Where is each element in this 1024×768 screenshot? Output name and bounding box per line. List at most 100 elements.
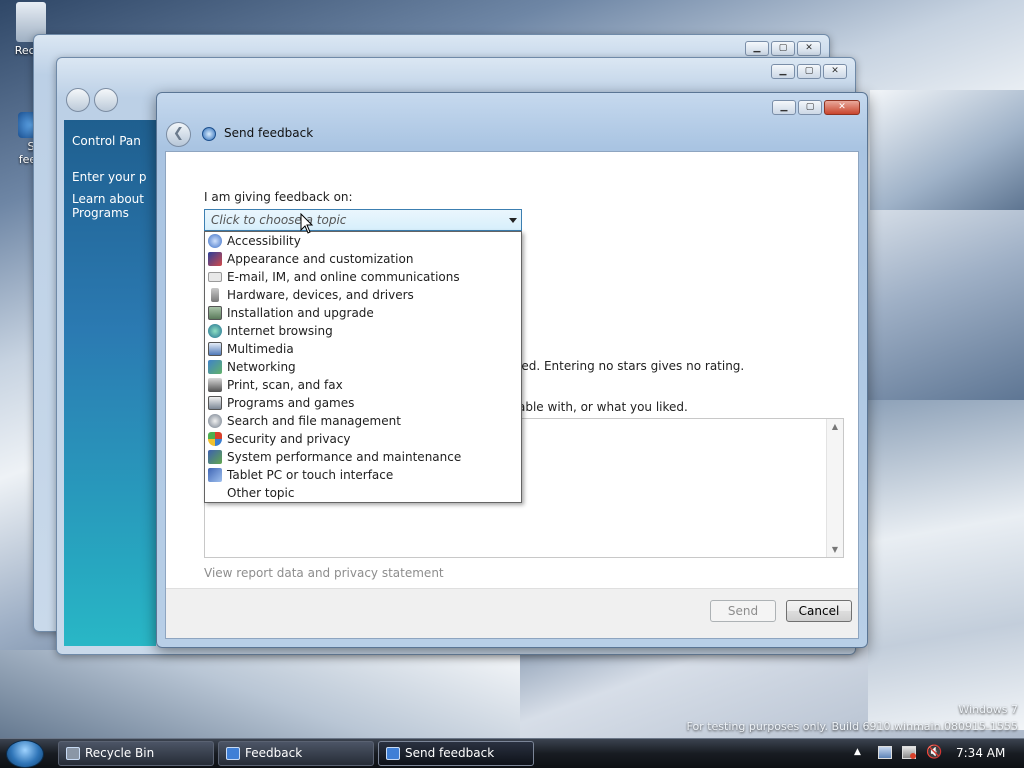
topic-label: Networking	[227, 360, 296, 374]
network-icon	[208, 360, 222, 374]
search-icon	[208, 414, 222, 428]
globe-icon	[208, 324, 222, 338]
feedback-icon	[202, 127, 216, 141]
show-hidden-icons-chevron-icon[interactable]: ▲	[854, 747, 861, 757]
close-button[interactable]: ✕	[797, 41, 821, 56]
sidebar-link[interactable]: Learn about	[72, 192, 156, 206]
send-feedback-window: ▁ ▢ ✕ ❮ Send feedback I am giving feedba…	[156, 92, 868, 648]
sidebar-link[interactable]: Enter your p	[72, 170, 156, 184]
watermark-build: For testing purposes only. Build 6910.wi…	[686, 720, 1018, 733]
topic-item-search[interactable]: Search and file management	[205, 412, 521, 430]
topic-item-installation[interactable]: Installation and upgrade	[205, 304, 521, 322]
programs-icon	[208, 396, 222, 410]
accessibility-icon	[208, 234, 222, 248]
topic-item-programs[interactable]: Programs and games	[205, 394, 521, 412]
installation-icon	[208, 306, 222, 320]
topic-label: System performance and maintenance	[227, 450, 462, 464]
watermark-title: Windows 7	[958, 703, 1018, 716]
maximize-button[interactable]: ▢	[771, 41, 795, 56]
tablet-icon	[208, 468, 222, 482]
minimize-button[interactable]: ▁	[745, 41, 769, 56]
topic-item-networking[interactable]: Networking	[205, 358, 521, 376]
multimedia-icon	[208, 342, 222, 356]
volume-muted-icon[interactable]: 🔇	[926, 745, 942, 760]
taskbar-item-label: Recycle Bin	[85, 746, 155, 760]
topic-label: Internet browsing	[227, 324, 333, 338]
feedback-icon	[386, 747, 400, 760]
topic-item-other[interactable]: Other topic	[205, 484, 521, 502]
scrollbar[interactable]: ▲ ▼	[826, 419, 843, 557]
taskbar-item-feedback[interactable]: Feedback	[218, 741, 374, 766]
recycle-bin-icon	[66, 747, 80, 760]
shield-icon	[208, 432, 222, 446]
forward-button[interactable]	[94, 88, 118, 112]
topic-item-email[interactable]: E-mail, IM, and online communications	[205, 268, 521, 286]
email-icon	[208, 272, 222, 282]
sidebar-content: Control Pan Enter your p Learn about Pro…	[64, 120, 156, 220]
topic-label: Multimedia	[227, 342, 294, 356]
feedback-on-label: I am giving feedback on:	[204, 190, 353, 204]
privacy-link[interactable]: View report data and privacy statement	[204, 566, 444, 580]
topic-label: Security and privacy	[227, 432, 351, 446]
topic-item-appearance[interactable]: Appearance and customization	[205, 250, 521, 268]
mountain-decoration	[0, 650, 520, 740]
feedback-icon	[226, 747, 240, 760]
topic-dropdown-list: Accessibility Appearance and customizati…	[204, 231, 522, 503]
topic-label: Installation and upgrade	[227, 306, 374, 320]
comments-instructions: able with, or what you liked.	[518, 400, 688, 414]
topic-item-security[interactable]: Security and privacy	[205, 430, 521, 448]
topic-item-system[interactable]: System performance and maintenance	[205, 448, 521, 466]
topic-label: Tablet PC or touch interface	[227, 468, 394, 482]
start-button[interactable]	[6, 740, 44, 768]
scroll-up-icon[interactable]: ▲	[827, 422, 843, 431]
topic-combobox[interactable]: Click to choose a topic	[204, 209, 522, 231]
minimize-button[interactable]: ▁	[771, 64, 795, 79]
topic-label: Appearance and customization	[227, 252, 414, 266]
caption-buttons: ▁ ▢ ✕	[745, 41, 821, 56]
topic-item-internet[interactable]: Internet browsing	[205, 322, 521, 340]
taskbar-item-recycle-bin[interactable]: Recycle Bin	[58, 741, 214, 766]
taskbar-item-send-feedback[interactable]: Send feedback	[378, 741, 534, 766]
action-center-tray-icon[interactable]	[902, 746, 916, 759]
combo-placeholder: Click to choose a topic	[211, 213, 347, 227]
sidebar-link[interactable]: Programs	[72, 206, 156, 220]
topic-item-tablet[interactable]: Tablet PC or touch interface	[205, 466, 521, 484]
topic-label: E-mail, IM, and online communications	[227, 270, 460, 284]
back-button[interactable]	[66, 88, 90, 112]
taskbar-item-label: Send feedback	[405, 746, 495, 760]
window-title: Send feedback	[224, 126, 314, 140]
dialog-content: I am giving feedback on: Click to choose…	[165, 151, 859, 639]
clock[interactable]: 7:34 AM	[956, 746, 1005, 760]
taskbar-item-label: Feedback	[245, 746, 303, 760]
topic-item-multimedia[interactable]: Multimedia	[205, 340, 521, 358]
close-button[interactable]: ✕	[823, 64, 847, 79]
minimize-button[interactable]: ▁	[772, 100, 796, 115]
topic-label: Programs and games	[227, 396, 355, 410]
printer-icon	[208, 378, 222, 392]
cancel-button[interactable]: Cancel	[786, 600, 852, 622]
maximize-button[interactable]: ▢	[798, 100, 822, 115]
maximize-button[interactable]: ▢	[797, 64, 821, 79]
topic-item-print[interactable]: Print, scan, and fax	[205, 376, 521, 394]
topic-item-accessibility[interactable]: Accessibility	[205, 232, 521, 250]
taskbar: Recycle Bin Feedback Send feedback ▲ 🔇 7…	[0, 738, 1024, 768]
control-panel-sidebar: Control Pan Enter your p Learn about Pro…	[64, 120, 156, 646]
system-icon	[208, 450, 222, 464]
topic-label: Accessibility	[227, 234, 301, 248]
topic-label: Hardware, devices, and drivers	[227, 288, 414, 302]
mouse-cursor-icon	[300, 213, 314, 234]
scroll-down-icon[interactable]: ▼	[827, 545, 843, 554]
close-button[interactable]: ✕	[824, 100, 860, 115]
hardware-icon	[211, 288, 219, 302]
back-button[interactable]: ❮	[166, 122, 191, 147]
chevron-down-icon	[509, 218, 517, 223]
topic-label: Other topic	[227, 486, 295, 500]
network-tray-icon[interactable]	[878, 746, 892, 759]
caption-buttons: ▁ ▢ ✕	[772, 100, 860, 115]
topic-label: Search and file management	[227, 414, 401, 428]
send-button[interactable]: Send	[710, 600, 776, 622]
topic-item-hardware[interactable]: Hardware, devices, and drivers	[205, 286, 521, 304]
dialog-footer: Send Cancel	[166, 588, 858, 638]
mountain-decoration	[870, 90, 1024, 210]
topic-label: Print, scan, and fax	[227, 378, 343, 392]
